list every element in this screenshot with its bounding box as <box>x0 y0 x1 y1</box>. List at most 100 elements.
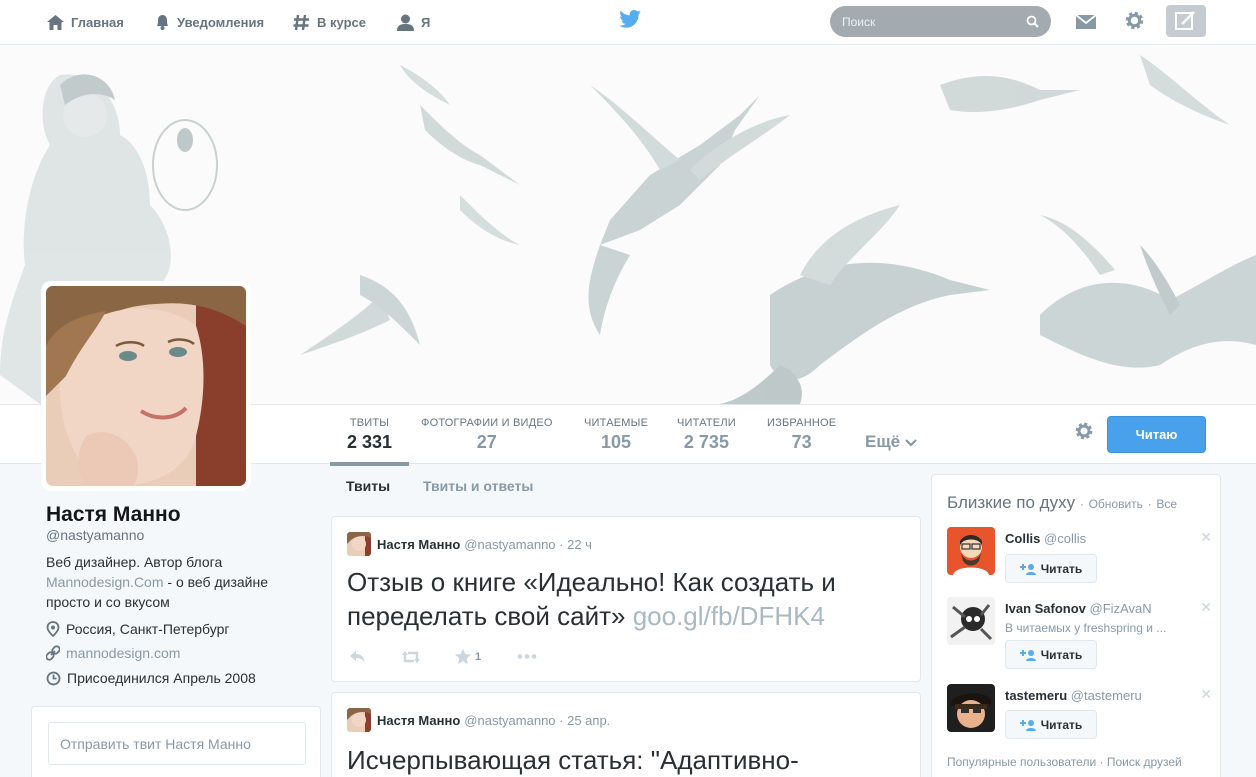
wtf-sep: · <box>1147 497 1152 511</box>
tweet-header: Настя Манно @nastyamanno · 22 ч <box>347 532 592 556</box>
stat-favorites-value: 73 <box>791 432 812 452</box>
clock-icon <box>46 671 61 685</box>
wtf-follow-label: Читать <box>1040 561 1083 576</box>
wtf-user-handle: @FizAvaN <box>1089 601 1152 616</box>
add-user-icon <box>1019 563 1036 575</box>
tweet-actions: 1 <box>347 649 537 664</box>
hashtag-icon <box>293 14 309 30</box>
reply-icon[interactable] <box>349 650 367 664</box>
more-dots-icon[interactable] <box>517 654 537 659</box>
website-link[interactable]: mannodesign.com <box>66 645 180 661</box>
wtf-user-name[interactable]: Collis @collis <box>1005 531 1086 546</box>
wtf-follow-button[interactable]: Читать <box>1005 554 1097 583</box>
tweet-body: Исчерпывающая статья: "Адаптивно- <box>347 745 799 775</box>
nav-home[interactable]: Главная <box>46 12 124 32</box>
add-user-icon <box>1019 719 1036 731</box>
tweet-link[interactable]: goo.gl/fb/DFHK4 <box>633 601 825 631</box>
settings-gear-icon[interactable] <box>1124 10 1145 36</box>
wtf-user-fullname: Ivan Safonov <box>1005 601 1086 616</box>
wtf-refresh-link[interactable]: Обновить <box>1089 497 1143 511</box>
tab-tweets[interactable]: Твиты <box>346 478 390 494</box>
nav-me[interactable]: Я <box>396 12 430 32</box>
wtf-user-handle: @collis <box>1044 531 1087 546</box>
profile-handle: @nastyamanno <box>46 527 145 543</box>
wtf-follow-label: Читать <box>1040 647 1083 662</box>
stat-followers[interactable]: ЧИТАТЕЛИ 2 735 <box>677 417 736 453</box>
bio-blog-link[interactable]: Mannodesign.Com <box>46 574 164 590</box>
stat-followers-label: ЧИТАТЕЛИ <box>677 417 736 429</box>
find-friends-link[interactable]: Поиск друзей <box>1107 755 1182 769</box>
stat-tweets[interactable]: ТВИТЫ 2 331 <box>330 417 410 466</box>
nav-notifications[interactable]: Уведомления <box>154 12 264 32</box>
chevron-down-icon <box>905 439 917 447</box>
home-icon <box>47 14 64 30</box>
tweet-card[interactable]: Настя Манно @nastyamanno · 22 ч Отзыв о … <box>331 516 921 682</box>
compose-pen-icon <box>1175 11 1195 30</box>
tweet-author-handle[interactable]: @nastyamanno <box>464 713 555 728</box>
more-dropdown[interactable]: Ещё <box>865 432 917 452</box>
profile-avatar-frame <box>41 281 251 491</box>
avatar[interactable] <box>947 684 995 732</box>
twitter-bird-logo[interactable] <box>619 10 641 33</box>
search-input[interactable]: Поиск <box>830 6 1051 37</box>
popular-users-link[interactable]: Популярные пользователи <box>947 755 1096 769</box>
location-pin-icon <box>46 621 60 637</box>
profile-joined: Присоединился Апрель 2008 <box>46 670 256 686</box>
stat-tweets-label: ТВИТЫ <box>349 417 390 429</box>
tweet-author-name[interactable]: Настя Манно <box>377 537 460 552</box>
stat-photos-videos[interactable]: ФОТОГРАФИИ И ВИДЕО 27 <box>421 417 553 453</box>
dismiss-close-icon[interactable]: ✕ <box>1200 686 1212 703</box>
wtf-user-context: В читаемых у freshspring и ... <box>1005 621 1167 635</box>
tweet-timestamp[interactable]: · 22 ч <box>559 537 592 552</box>
tweet-timestamp[interactable]: · 25 апр. <box>559 713 610 728</box>
bell-icon <box>157 15 168 30</box>
wtf-user-name[interactable]: Ivan Safonov @FizAvaN <box>1005 601 1152 616</box>
wtf-follow-button[interactable]: Читать <box>1005 640 1097 669</box>
messages-envelope-icon[interactable] <box>1075 13 1097 36</box>
wtf-footer: Популярные пользователи · Поиск друзей <box>947 755 1182 769</box>
search-placeholder: Поиск <box>842 14 876 29</box>
wtf-follow-button[interactable]: Читать <box>1005 710 1097 739</box>
dismiss-close-icon[interactable]: ✕ <box>1200 529 1212 546</box>
profile-name: Настя Манно <box>46 503 181 526</box>
nav-discover-label: В курсе <box>317 14 366 30</box>
stat-following[interactable]: ЧИТАЕМЫЕ 105 <box>584 417 648 453</box>
dismiss-close-icon[interactable]: ✕ <box>1200 599 1212 616</box>
avatar[interactable] <box>947 527 995 575</box>
wtf-view-all-link[interactable]: Все <box>1156 497 1177 511</box>
compose-tweet-button[interactable] <box>1166 5 1206 37</box>
profile-location: Россия, Санкт-Петербург <box>46 621 230 637</box>
bio-text-1: Веб дизайнер. Автор блога <box>46 554 223 570</box>
nav-notifications-label: Уведомления <box>177 14 265 30</box>
tweet-to-input[interactable]: Отправить твит Настя Манно <box>48 722 306 765</box>
tweet-text: Исчерпывающая статья: "Адаптивно- <box>347 743 897 777</box>
retweet-icon[interactable] <box>401 650 421 664</box>
avatar[interactable] <box>46 286 246 486</box>
more-label: Ещё <box>865 432 901 451</box>
profile-actions-gear-icon[interactable] <box>1074 421 1094 446</box>
following-button[interactable]: Читаю <box>1107 416 1206 453</box>
nav-discover[interactable]: В курсе <box>292 12 366 32</box>
tweet-avatar[interactable] <box>347 532 371 556</box>
wtf-sep: · <box>1079 497 1084 511</box>
add-user-icon <box>1019 649 1036 661</box>
wtf-user-name[interactable]: tastemeru @tastemeru <box>1005 688 1142 703</box>
stat-following-label: ЧИТАЕМЫЕ <box>584 417 649 429</box>
nav-home-label: Главная <box>71 14 124 30</box>
tab-tweets-and-replies[interactable]: Твиты и ответы <box>423 478 533 494</box>
avatar[interactable] <box>947 597 995 645</box>
stat-favorites[interactable]: ИЗБРАННОЕ 73 <box>767 417 836 453</box>
stat-followers-value: 2 735 <box>683 432 729 452</box>
stat-favorites-label: ИЗБРАННОЕ <box>767 417 837 429</box>
favorite-count: 1 <box>475 650 482 663</box>
wtf-follow-label: Читать <box>1040 717 1083 732</box>
favorite-star-icon[interactable] <box>455 649 471 664</box>
location-text: Россия, Санкт-Петербург <box>66 621 230 637</box>
search-icon[interactable] <box>1026 15 1039 28</box>
wtf-user-fullname: Collis <box>1005 531 1041 546</box>
tweet-avatar[interactable] <box>347 708 371 732</box>
tweet-card[interactable]: Настя Манно @nastyamanno · 25 апр. Исчер… <box>331 692 921 777</box>
tweet-author-name[interactable]: Настя Манно <box>377 713 460 728</box>
wtf-title: Близкие по духу <box>947 493 1076 512</box>
tweet-author-handle[interactable]: @nastyamanno <box>464 537 555 552</box>
